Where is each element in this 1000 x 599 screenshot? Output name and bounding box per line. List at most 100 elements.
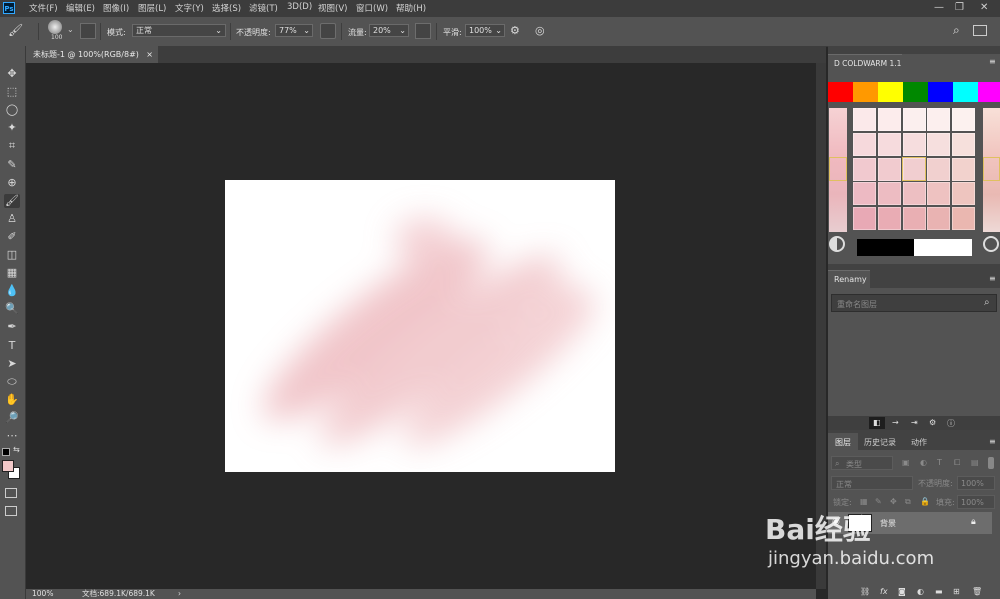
shape-tool-icon[interactable]: ⬭	[4, 375, 20, 389]
swatch-cell[interactable]	[927, 207, 951, 231]
gear-icon[interactable]: ⚙	[929, 418, 936, 427]
mode-select[interactable]: 正常 ⌄	[132, 24, 226, 37]
default-colors-icon[interactable]	[2, 448, 10, 456]
menu-select[interactable]: 选择(S)	[212, 2, 241, 14]
magic-wand-tool-icon[interactable]: ✦	[4, 121, 20, 135]
lock-all-icon[interactable]: 🔒	[920, 497, 930, 506]
close-tab-icon[interactable]: ×	[146, 46, 153, 63]
renamy-rename-icon[interactable]: ◧	[873, 418, 881, 427]
swatch-cell[interactable]	[853, 157, 876, 181]
swatch-cell[interactable]	[927, 182, 951, 206]
flow-input[interactable]: 20% ⌄	[369, 24, 409, 37]
layer-name[interactable]: 背景	[880, 518, 896, 529]
swatch-cell[interactable]	[952, 207, 976, 231]
pressure-size-icon[interactable]: ◎	[535, 24, 545, 37]
swatch-cell[interactable]	[877, 182, 901, 206]
eyedropper-tool-icon[interactable]: ✎	[4, 158, 20, 172]
menu-3d[interactable]: 3D(D)	[287, 2, 312, 12]
lock-brush-icon[interactable]: ✎	[875, 497, 882, 506]
new-group-icon[interactable]: ▬	[935, 587, 943, 596]
lock-pixels-icon[interactable]: ▦	[860, 497, 868, 506]
blend-mode-select[interactable]: 正常	[831, 476, 913, 490]
filter-shape-icon[interactable]: ⧠	[954, 458, 960, 468]
search-icon[interactable]: ⌕	[984, 297, 990, 308]
new-layer-icon[interactable]: ⊞	[953, 587, 960, 596]
panel-menu-icon[interactable]: ≡	[989, 57, 996, 66]
brush-settings-icon[interactable]	[80, 23, 96, 39]
menu-view[interactable]: 视图(V)	[318, 2, 347, 14]
swatch-cell[interactable]	[902, 108, 926, 131]
lock-position-icon[interactable]: ✥	[890, 497, 897, 506]
trash-icon[interactable]: 🗑	[972, 587, 982, 596]
search-icon[interactable]: ⌕	[953, 23, 960, 38]
workspace-icon[interactable]	[973, 25, 987, 36]
smoothing-input[interactable]: 100% ⌄	[465, 24, 505, 37]
marquee-tool-icon[interactable]: ⬚	[4, 85, 20, 99]
swatch-cell[interactable]	[927, 157, 951, 181]
color-swatch[interactable]	[978, 82, 1000, 102]
menu-file[interactable]: 文件(F)	[29, 2, 58, 14]
filter-toggle[interactable]	[988, 457, 994, 469]
move-tool-icon[interactable]: ✥	[4, 67, 20, 81]
actions-tab[interactable]: 动作	[911, 437, 927, 448]
color-swatch[interactable]	[928, 82, 953, 102]
zoom-level[interactable]: 100%	[32, 589, 53, 599]
healing-tool-icon[interactable]: ⊕	[4, 176, 20, 190]
info-icon[interactable]: ⓘ	[947, 418, 955, 429]
lock-artboard-icon[interactable]: ⧉	[905, 497, 911, 507]
filter-type-icon[interactable]: T	[937, 458, 942, 467]
brush-preset-icon[interactable]: 🖌	[8, 23, 28, 39]
swatch-cell[interactable]	[853, 108, 876, 131]
stamp-tool-icon[interactable]: ♙	[4, 212, 20, 226]
swatch-cell[interactable]	[952, 157, 976, 181]
opacity-input[interactable]: 77% ⌄	[275, 24, 313, 37]
menu-layer[interactable]: 图层(L)	[138, 2, 166, 14]
crop-tool-icon[interactable]: ⌗	[4, 139, 20, 153]
chevron-down-icon[interactable]: ⌄	[67, 25, 74, 34]
color-swatch[interactable]	[953, 82, 978, 102]
coldwarm-tab[interactable]: D COLDWARM 1.1	[828, 54, 902, 72]
swatch-cell[interactable]	[877, 132, 901, 156]
pressure-opacity-icon[interactable]	[320, 23, 336, 39]
gradient-tool-icon[interactable]: ▦	[4, 266, 20, 280]
swatch-cell[interactable]	[877, 207, 901, 231]
foreground-color-swatch[interactable]	[2, 460, 14, 472]
swatch-cell[interactable]	[952, 182, 976, 206]
zoom-tool-icon[interactable]: 🔎	[4, 411, 20, 425]
layer-opacity-input[interactable]: 100%	[957, 476, 995, 490]
more-tools-icon[interactable]: ⋯	[4, 429, 20, 443]
type-tool-icon[interactable]: T	[4, 339, 20, 353]
swatch-cell[interactable]	[902, 182, 926, 206]
swatch-cell[interactable]	[952, 132, 976, 156]
history-brush-tool-icon[interactable]: ✐	[4, 230, 20, 244]
adjustment-layer-icon[interactable]: ◐	[917, 587, 924, 596]
color-swatch[interactable]	[878, 82, 903, 102]
fx-icon[interactable]: fx	[880, 587, 888, 596]
screen-mode-icon[interactable]	[5, 506, 17, 516]
menu-help[interactable]: 帮助(H)	[396, 2, 426, 14]
rename-layer-input[interactable]: 重命名图层 ⌕	[831, 294, 997, 312]
panel-menu-icon[interactable]: ≡	[989, 437, 996, 446]
close-window-button[interactable]: ✕	[980, 2, 988, 13]
menu-edit[interactable]: 编辑(E)	[66, 2, 95, 14]
swap-colors-icon[interactable]: ⇆	[13, 445, 20, 454]
swatch-cell[interactable]	[902, 207, 926, 231]
gear-icon[interactable]: ⚙	[510, 24, 520, 37]
airbrush-icon[interactable]	[415, 23, 431, 39]
path-select-tool-icon[interactable]: ➤	[4, 357, 20, 371]
history-tab[interactable]: 历史记录	[864, 437, 896, 448]
filter-adjustment-icon[interactable]: ◐	[920, 458, 927, 467]
menu-type[interactable]: 文字(Y)	[175, 2, 204, 14]
lasso-tool-icon[interactable]: ◯	[4, 103, 20, 117]
link-layers-icon[interactable]: ⛓	[860, 587, 870, 596]
swatch-cell[interactable]	[853, 132, 876, 156]
pen-tool-icon[interactable]: ✒	[4, 320, 20, 334]
restore-button[interactable]: ❐	[955, 2, 964, 13]
quick-mask-icon[interactable]	[5, 488, 17, 498]
brush-tool-icon[interactable]: 🖌	[4, 193, 20, 208]
eraser-tool-icon[interactable]: ◫	[4, 248, 20, 262]
swatch-cell[interactable]	[853, 207, 876, 231]
swatch-cell[interactable]	[877, 157, 901, 181]
arrow-right-icon[interactable]: ⇥	[911, 418, 918, 427]
renamy-tab[interactable]: Renamy	[828, 270, 870, 289]
